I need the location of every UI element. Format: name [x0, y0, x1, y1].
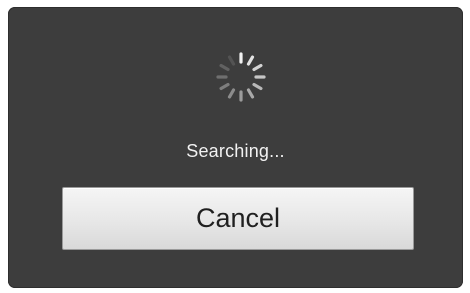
searching-dialog: Searching... Cancel	[8, 7, 463, 288]
status-text: Searching...	[186, 141, 285, 161]
loading-spinner-icon	[216, 52, 266, 102]
cancel-button[interactable]: Cancel	[62, 187, 414, 250]
